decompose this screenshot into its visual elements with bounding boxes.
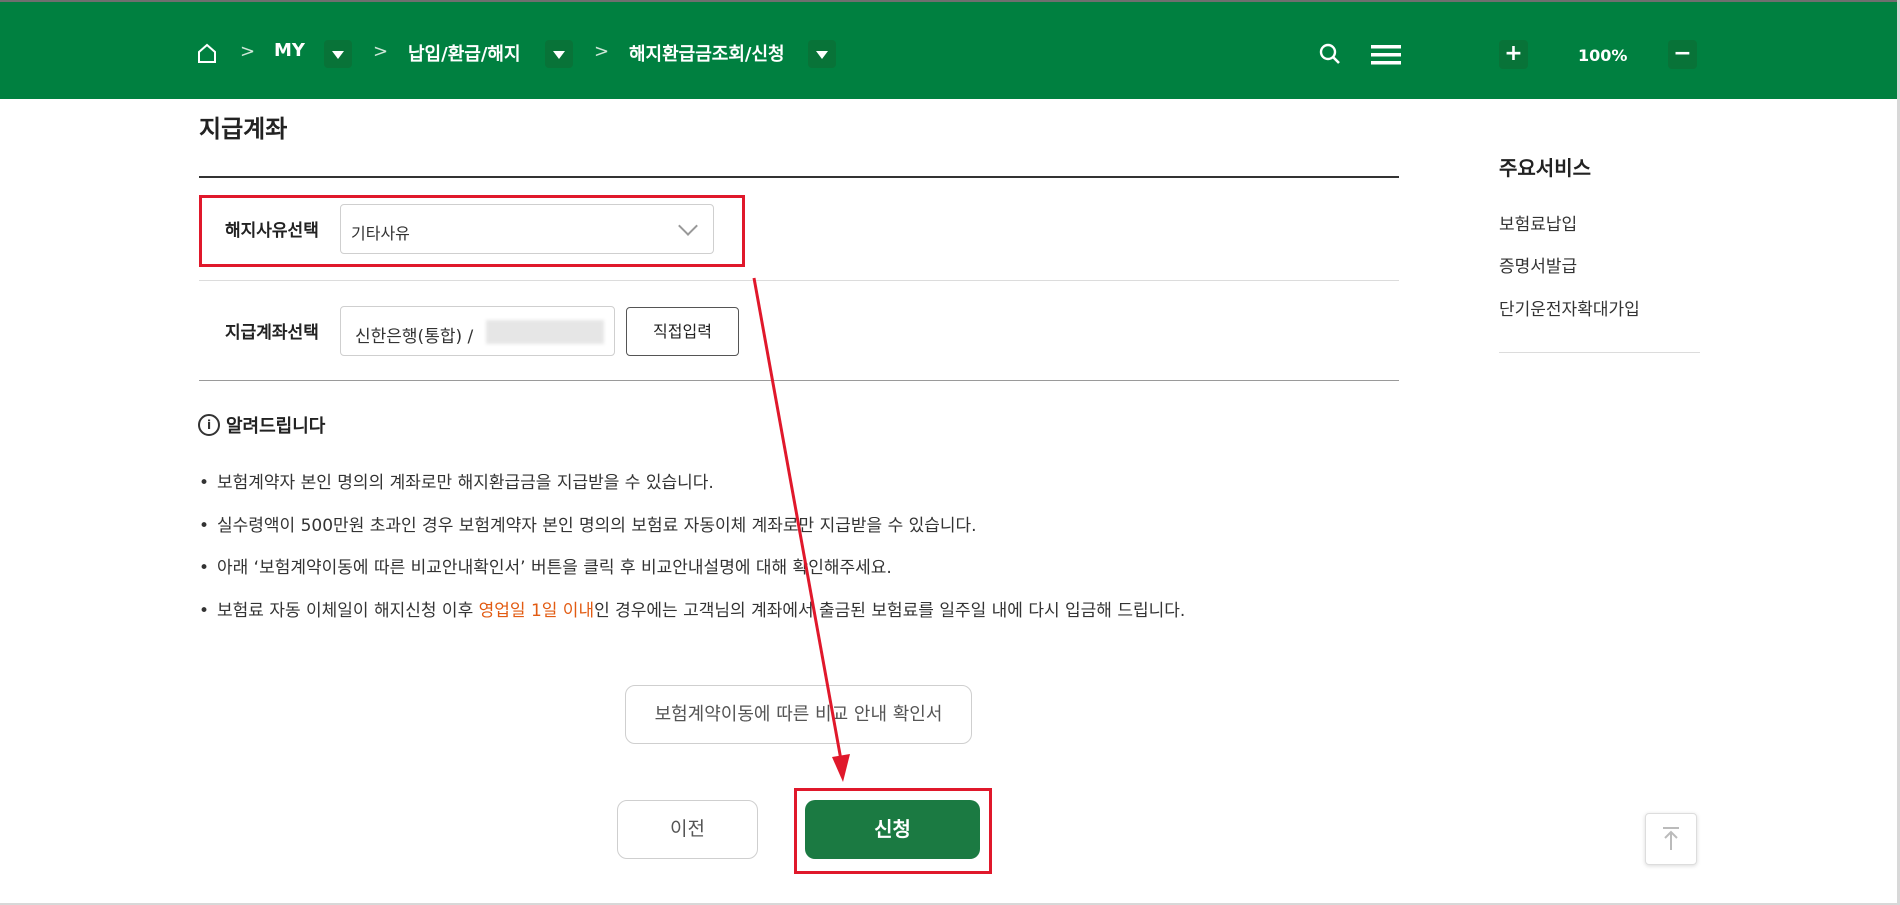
breadcrumb-my-dropdown-button[interactable]: [324, 40, 352, 68]
top-navigation-bar: > MY > 납입/환급/해지 > 해지환급금조회/신청 + 100% −: [0, 0, 1900, 99]
notice-bullet: • 실수령액이 500만원 초과인 경우 보험계약자 본인 명의의 보험료 자동이…: [199, 516, 977, 536]
row-divider: [199, 380, 1399, 381]
sidebar-divider: [1499, 352, 1700, 353]
masked-account-number: [486, 320, 604, 344]
search-icon[interactable]: [1318, 42, 1342, 66]
account-value: 신한은행(통합) /: [355, 327, 474, 347]
breadcrumb-item-payment[interactable]: 납입/환급/해지: [408, 40, 521, 66]
row-divider: [199, 280, 1399, 281]
direct-input-button[interactable]: 직접입력: [626, 307, 739, 356]
hamburger-menu-icon[interactable]: [1371, 44, 1401, 66]
notice-bullet: • 아래 ‘보험계약이동에 따른 비교안내확인서’ 버튼을 클릭 후 비교안내설명…: [199, 558, 892, 578]
breadcrumb-separator: >: [240, 41, 256, 62]
account-label: 지급계좌선택: [225, 323, 319, 343]
breadcrumb-separator: >: [373, 41, 389, 62]
sidebar-title: 주요서비스: [1499, 156, 1591, 180]
scroll-to-top-button[interactable]: [1645, 813, 1697, 865]
sidebar-item-certificate[interactable]: 증명서발급: [1499, 252, 1577, 277]
notice-title: 알려드립니다: [226, 416, 326, 437]
sidebar-item-driver-expansion[interactable]: 단기운전자확대가입: [1499, 295, 1640, 320]
zoom-in-button[interactable]: +: [1499, 40, 1528, 69]
annotation-highlight-reason: [199, 195, 745, 267]
sidebar-item-premium-payment[interactable]: 보험료납입: [1499, 210, 1577, 235]
breadcrumb-separator: >: [594, 41, 610, 62]
info-icon: i: [198, 414, 220, 436]
notice-bullet: • 보험료 자동 이체일이 해지신청 이후 영업일 1일 이내인 경우에는 고객님…: [199, 601, 1186, 621]
breadcrumb-payment-dropdown-button[interactable]: [545, 40, 573, 68]
account-select[interactable]: 신한은행(통합) /: [340, 306, 615, 356]
breadcrumb-item-current[interactable]: 해지환급금조회/신청: [629, 40, 785, 66]
section-divider: [199, 176, 1399, 178]
prev-button[interactable]: 이전: [617, 800, 758, 859]
breadcrumb-item-my[interactable]: MY: [274, 40, 305, 61]
zoom-level: 100%: [1578, 46, 1628, 65]
breadcrumb-current-dropdown-button[interactable]: [808, 40, 836, 68]
notice-highlight: 영업일 1일 이내: [478, 601, 595, 621]
zoom-out-button[interactable]: −: [1668, 40, 1697, 69]
compare-confirmation-button[interactable]: 보험계약이동에 따른 비교 안내 확인서: [625, 685, 972, 744]
home-icon[interactable]: [196, 42, 218, 64]
arrow-up-icon: [1663, 827, 1679, 850]
section-title: 지급계좌: [199, 115, 288, 143]
annotation-highlight-submit: [794, 788, 992, 874]
notice-bullet: • 보험계약자 본인 명의의 계좌로만 해지환급금을 지급받을 수 있습니다.: [199, 473, 714, 493]
